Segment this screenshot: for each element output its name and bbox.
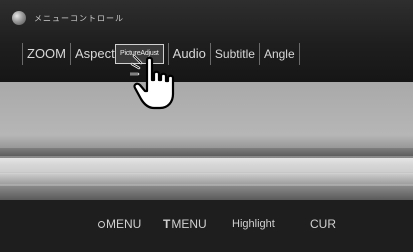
menu-divider	[70, 43, 71, 65]
cursor-button[interactable]: CUR	[310, 214, 336, 234]
highlight-button[interactable]: Highlight	[232, 214, 275, 234]
hand-pointer-icon	[130, 54, 175, 110]
top-menu-button-label: MENU	[171, 217, 207, 231]
menu-divider	[209, 43, 211, 65]
menu-divider	[22, 43, 23, 65]
disc-icon	[12, 11, 26, 25]
menu-divider	[258, 43, 260, 65]
menu-item-angle[interactable]: Angle	[264, 42, 295, 66]
circle-icon	[98, 220, 105, 228]
menu-item-aspect[interactable]: Aspect	[75, 42, 115, 66]
bottom-button-row: MENU T MENU Highlight CUR	[0, 214, 413, 234]
title-row: メニューコントロール	[12, 9, 124, 27]
video-horizon	[0, 148, 413, 156]
menu-button-label: MENU	[106, 217, 142, 231]
menu-item-subtitle[interactable]: Subtitle	[215, 42, 255, 66]
top-menu-prefix: T	[163, 217, 171, 231]
video-wave	[0, 174, 413, 184]
video-wave	[0, 158, 413, 172]
video-playback-area[interactable]	[0, 82, 413, 200]
menu-header: メニューコントロール ZOOM Aspect PictureAdjust Aud…	[0, 0, 413, 82]
menu-item-zoom[interactable]: ZOOM	[27, 42, 66, 66]
top-menu-button[interactable]: T MENU	[163, 214, 207, 234]
menu-control-screen: メニューコントロール ZOOM Aspect PictureAdjust Aud…	[0, 0, 413, 252]
page-title: メニューコントロール	[34, 13, 124, 23]
bottom-control-bar: MENU T MENU Highlight CUR	[0, 200, 413, 252]
video-shore	[0, 186, 413, 200]
menu-button[interactable]: MENU	[98, 214, 141, 234]
menu-divider	[298, 43, 300, 65]
